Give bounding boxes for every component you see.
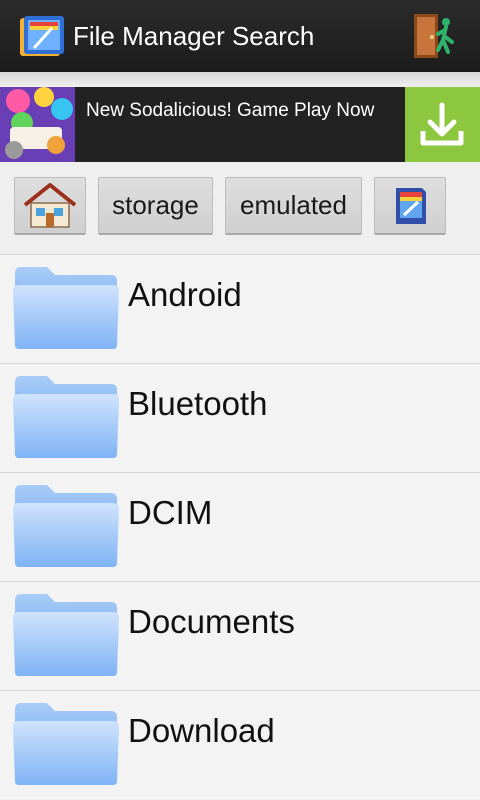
breadcrumb-storage-label: storage (112, 190, 199, 220)
ad-download-button[interactable] (405, 87, 480, 162)
breadcrumb-home-button[interactable] (14, 177, 86, 235)
actionbar-shadow (0, 72, 480, 87)
file-name: Documents (128, 603, 295, 640)
app-icon[interactable] (18, 14, 68, 58)
download-icon (420, 102, 464, 146)
file-name: Download (128, 712, 275, 749)
folder-icon (13, 376, 119, 458)
file-row-android[interactable]: Android (0, 254, 480, 363)
ad-banner[interactable]: New Sodalicious! Game Play Now (0, 87, 480, 162)
file-row-bluetooth[interactable]: Bluetooth (0, 363, 480, 472)
breadcrumb-storage[interactable]: storage (98, 177, 213, 235)
breadcrumb-emulated-label: emulated (240, 190, 347, 220)
folder-icon (13, 703, 119, 785)
folder-icon (13, 594, 119, 676)
folder-icon (13, 267, 119, 349)
breadcrumb-emulated[interactable]: emulated (225, 177, 362, 235)
ad-text[interactable]: New Sodalicious! Game Play Now (86, 99, 374, 123)
app-title: File Manager Search (73, 21, 315, 51)
file-name: Bluetooth (128, 385, 268, 422)
ad-game-thumbnail[interactable] (0, 87, 75, 162)
file-name: Android (128, 276, 242, 313)
file-row-download[interactable]: Download (0, 690, 480, 799)
file-row-documents[interactable]: Documents (0, 581, 480, 690)
breadcrumb-sdcard-button[interactable] (374, 177, 446, 235)
file-list: Android Bluetooth DCIM Documents Downloa… (0, 254, 480, 799)
sdcard-icon (396, 187, 426, 224)
file-row-dcim[interactable]: DCIM (0, 472, 480, 581)
action-bar: File Manager Search (0, 0, 480, 72)
breadcrumb: storage emulated (0, 162, 480, 254)
folder-icon (13, 485, 119, 567)
home-icon (23, 182, 77, 228)
exit-door-icon[interactable] (410, 10, 460, 62)
file-name: DCIM (128, 494, 213, 531)
